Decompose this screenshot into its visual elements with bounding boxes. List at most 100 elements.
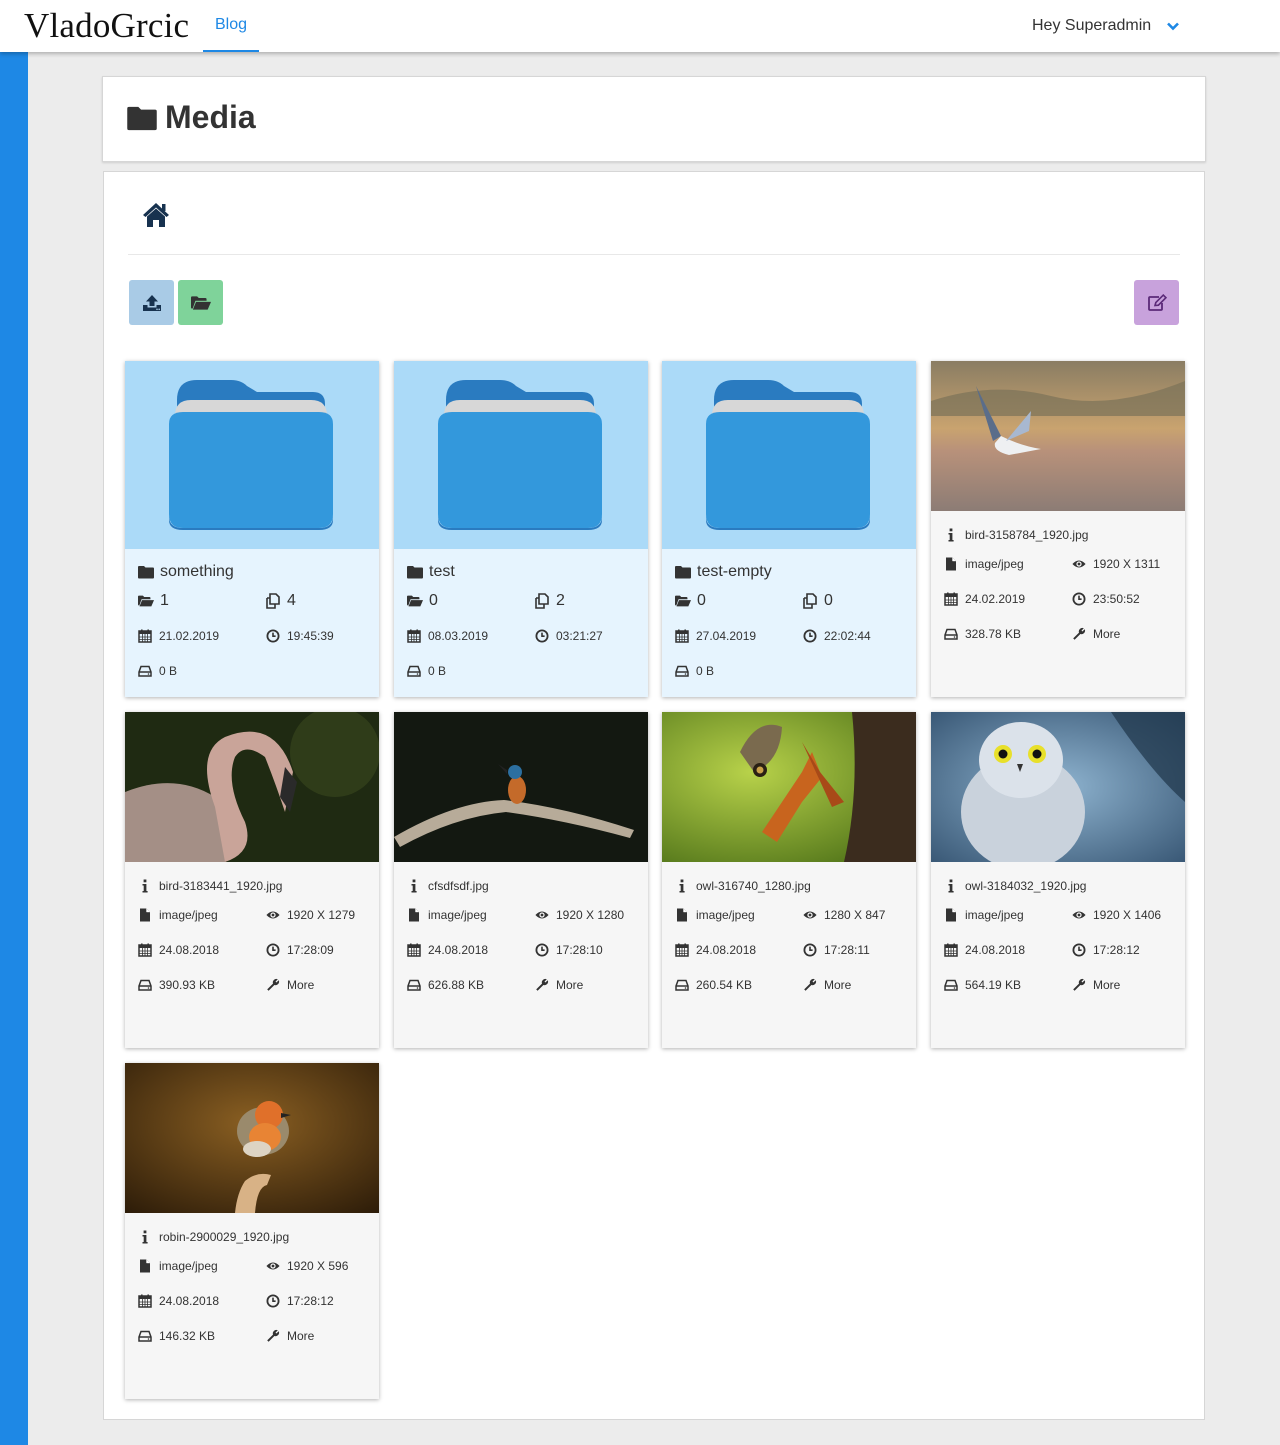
files-icon bbox=[534, 593, 550, 609]
file-size: 390.93 KB bbox=[138, 978, 215, 992]
subfolder-count: 0 bbox=[675, 592, 706, 610]
clock-icon bbox=[266, 1294, 280, 1308]
file-time: 17:28:12 bbox=[266, 1294, 334, 1308]
info-icon bbox=[675, 879, 689, 893]
wrench-icon bbox=[266, 978, 280, 992]
file-type: image/jpeg bbox=[944, 908, 1024, 922]
edit-button[interactable] bbox=[1134, 280, 1179, 325]
image-thumbnail[interactable] bbox=[662, 712, 916, 862]
file-icon bbox=[138, 908, 152, 922]
file-size: 146.32 KB bbox=[138, 1329, 215, 1343]
folder-size: 0 B bbox=[675, 664, 714, 678]
hdd-icon bbox=[138, 978, 152, 992]
files-icon bbox=[265, 593, 281, 609]
user-greeting: Hey Superadmin bbox=[1032, 17, 1152, 34]
edit-icon bbox=[1147, 293, 1167, 311]
file-icon bbox=[407, 908, 421, 922]
folder-name: something bbox=[160, 563, 234, 580]
clock-icon bbox=[266, 629, 280, 643]
more-link[interactable]: More bbox=[803, 978, 851, 992]
clock-icon bbox=[266, 943, 280, 957]
more-link[interactable]: More bbox=[266, 1329, 314, 1343]
wrench-icon bbox=[1072, 627, 1086, 641]
nav-link-blog[interactable]: Blog bbox=[203, 0, 259, 52]
file-size: 564.19 KB bbox=[944, 978, 1021, 992]
image-card[interactable]: bird-3158784_1920.jpg image/jpeg 1920 X … bbox=[931, 361, 1185, 697]
info-icon bbox=[944, 879, 958, 893]
file-size: 260.54 KB bbox=[675, 978, 752, 992]
page-title: Media bbox=[165, 99, 256, 135]
image-thumbnail[interactable] bbox=[125, 712, 379, 862]
folder-name: test bbox=[429, 563, 455, 580]
image-card[interactable]: cfsdfsdf.jpg image/jpeg 1920 X 1280 24.0… bbox=[394, 712, 648, 1048]
file-type: image/jpeg bbox=[675, 908, 755, 922]
image-dimensions: 1920 X 1280 bbox=[535, 908, 624, 922]
calendar-icon bbox=[944, 592, 958, 606]
folder-name-row: something bbox=[138, 563, 234, 581]
folder-icon bbox=[675, 564, 691, 580]
eye-icon bbox=[266, 908, 280, 922]
folder-card[interactable]: something 1 4 21.02.2019 19:45:39 0 B bbox=[125, 361, 379, 697]
folder-thumbnail bbox=[394, 361, 648, 549]
folder-open-icon bbox=[407, 593, 423, 609]
image-dimensions: 1920 X 1279 bbox=[266, 908, 355, 922]
eye-icon bbox=[1072, 557, 1086, 571]
info-icon bbox=[138, 1230, 152, 1244]
image-card[interactable]: robin-2900029_1920.jpg image/jpeg 1920 X… bbox=[125, 1063, 379, 1399]
more-link[interactable]: More bbox=[266, 978, 314, 992]
more-link[interactable]: More bbox=[1072, 978, 1120, 992]
folder-date: 08.03.2019 bbox=[407, 629, 488, 643]
folder-icon bbox=[138, 564, 154, 580]
sidebar-strip bbox=[0, 52, 28, 1445]
file-type: image/jpeg bbox=[138, 908, 218, 922]
folder-open-icon bbox=[675, 593, 691, 609]
clock-icon bbox=[535, 629, 549, 643]
image-thumbnail[interactable] bbox=[931, 712, 1185, 862]
folder-date: 21.02.2019 bbox=[138, 629, 219, 643]
image-thumbnail[interactable] bbox=[125, 1063, 379, 1213]
folder-icon bbox=[169, 378, 333, 530]
file-name: robin-2900029_1920.jpg bbox=[159, 1230, 290, 1244]
calendar-icon bbox=[675, 629, 689, 643]
file-date: 24.08.2018 bbox=[675, 943, 756, 957]
file-name: bird-3183441_1920.jpg bbox=[159, 879, 283, 893]
file-name-row: owl-316740_1280.jpg bbox=[675, 879, 811, 893]
clock-icon bbox=[535, 943, 549, 957]
folder-card[interactable]: test-empty 0 0 27.04.2019 22:02:44 0 B bbox=[662, 361, 916, 697]
clock-icon bbox=[1072, 943, 1086, 957]
home-icon[interactable] bbox=[141, 201, 171, 229]
file-date: 24.08.2018 bbox=[138, 1294, 219, 1308]
site-logo[interactable]: VladoGrcic bbox=[24, 6, 189, 46]
new-folder-button[interactable] bbox=[178, 280, 223, 325]
clock-icon bbox=[803, 943, 817, 957]
subfolder-count: 1 bbox=[138, 592, 169, 610]
file-time: 17:28:10 bbox=[535, 943, 603, 957]
hdd-icon bbox=[407, 664, 421, 678]
file-name: bird-3158784_1920.jpg bbox=[965, 528, 1089, 542]
eye-icon bbox=[1072, 908, 1086, 922]
user-menu[interactable]: Hey Superadmin bbox=[1032, 0, 1180, 52]
file-name: cfsdfsdf.jpg bbox=[428, 879, 489, 893]
folder-name: test-empty bbox=[697, 563, 772, 580]
image-card[interactable]: owl-316740_1280.jpg image/jpeg 1280 X 84… bbox=[662, 712, 916, 1048]
folder-card[interactable]: test 0 2 08.03.2019 03:21:27 0 B bbox=[394, 361, 648, 697]
file-name: owl-3184032_1920.jpg bbox=[965, 879, 1087, 893]
folder-name-row: test bbox=[407, 563, 455, 581]
folder-time: 03:21:27 bbox=[535, 629, 603, 643]
image-thumbnail[interactable] bbox=[394, 712, 648, 862]
image-dimensions: 1280 X 847 bbox=[803, 908, 885, 922]
folder-date: 27.04.2019 bbox=[675, 629, 756, 643]
file-name-row: cfsdfsdf.jpg bbox=[407, 879, 489, 893]
calendar-icon bbox=[138, 943, 152, 957]
more-link[interactable]: More bbox=[535, 978, 583, 992]
image-dimensions: 1920 X 596 bbox=[266, 1259, 348, 1273]
file-name-row: bird-3183441_1920.jpg bbox=[138, 879, 282, 893]
image-card[interactable]: bird-3183441_1920.jpg image/jpeg 1920 X … bbox=[125, 712, 379, 1048]
upload-button[interactable] bbox=[129, 280, 174, 325]
more-link[interactable]: More bbox=[1072, 627, 1120, 641]
image-thumbnail[interactable] bbox=[931, 361, 1185, 511]
image-card[interactable]: owl-3184032_1920.jpg image/jpeg 1920 X 1… bbox=[931, 712, 1185, 1048]
files-icon bbox=[802, 593, 818, 609]
calendar-icon bbox=[138, 1294, 152, 1308]
file-icon bbox=[944, 908, 958, 922]
